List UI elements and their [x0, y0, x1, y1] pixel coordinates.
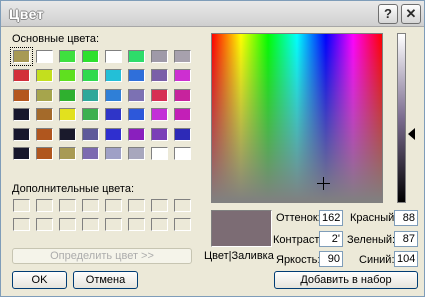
custom-color-slot[interactable]	[59, 199, 76, 212]
basic-color-swatch[interactable]	[36, 128, 53, 141]
basic-color-swatch[interactable]	[174, 147, 191, 160]
luminosity-label: Яркость:	[276, 254, 321, 266]
basic-color-swatch[interactable]	[174, 69, 191, 82]
custom-colors-label: Дополнительные цвета:	[12, 183, 134, 195]
basic-color-swatch[interactable]	[13, 69, 30, 82]
custom-color-slot[interactable]	[13, 218, 30, 231]
basic-color-swatch[interactable]	[151, 128, 168, 141]
basic-color-swatch[interactable]	[151, 89, 168, 102]
basic-color-swatch[interactable]	[13, 108, 30, 121]
basic-color-swatch[interactable]	[36, 108, 53, 121]
custom-color-slot[interactable]	[128, 218, 145, 231]
custom-color-slot[interactable]	[128, 199, 145, 212]
custom-color-slot[interactable]	[82, 218, 99, 231]
basic-color-swatch[interactable]	[59, 147, 76, 160]
green-field[interactable]	[394, 231, 418, 247]
basic-color-swatch[interactable]	[105, 50, 122, 63]
basic-color-swatch[interactable]	[128, 147, 145, 160]
custom-color-slot[interactable]	[151, 199, 168, 212]
help-button[interactable]: ?	[378, 4, 398, 24]
hue-label: Оттенок:	[276, 212, 321, 224]
basic-color-swatch[interactable]	[105, 69, 122, 82]
basic-color-swatch[interactable]	[36, 69, 53, 82]
basic-color-swatch[interactable]	[105, 108, 122, 121]
basic-color-swatch[interactable]	[82, 89, 99, 102]
saturation-label: Контраст:	[273, 234, 323, 246]
basic-color-swatch[interactable]	[128, 108, 145, 121]
custom-color-slot[interactable]	[13, 199, 30, 212]
basic-color-swatch[interactable]	[105, 147, 122, 160]
custom-color-slot[interactable]	[174, 218, 191, 231]
luminosity-field[interactable]	[319, 251, 343, 267]
saturation-field[interactable]	[319, 231, 343, 247]
hue-field[interactable]	[319, 210, 343, 226]
custom-color-slot[interactable]	[36, 199, 53, 212]
basic-color-swatch[interactable]	[151, 147, 168, 160]
basic-color-swatch[interactable]	[151, 108, 168, 121]
basic-color-swatch[interactable]	[59, 128, 76, 141]
basic-color-swatch[interactable]	[174, 128, 191, 141]
basic-color-swatch[interactable]	[36, 50, 53, 63]
add-to-custom-colors-button[interactable]: Добавить в набор	[274, 271, 418, 289]
basic-color-swatch[interactable]	[82, 69, 99, 82]
basic-color-swatch[interactable]	[59, 89, 76, 102]
color-preview-label: Цвет|Заливка	[204, 250, 274, 262]
color-preview-swatch	[211, 210, 272, 247]
basic-color-swatch[interactable]	[10, 47, 33, 66]
basic-color-swatch[interactable]	[82, 108, 99, 121]
basic-color-swatch[interactable]	[36, 89, 53, 102]
basic-color-swatch[interactable]	[59, 50, 76, 63]
basic-color-swatch[interactable]	[128, 69, 145, 82]
basic-color-swatch[interactable]	[128, 128, 145, 141]
cancel-button[interactable]: Отмена	[73, 271, 138, 289]
basic-color-swatch[interactable]	[13, 128, 30, 141]
custom-color-slot[interactable]	[174, 199, 191, 212]
ok-button[interactable]: OK	[12, 271, 67, 289]
basic-color-swatch[interactable]	[59, 69, 76, 82]
custom-color-slot[interactable]	[82, 199, 99, 212]
color-spectrum[interactable]	[211, 33, 383, 203]
basic-color-swatch[interactable]	[82, 50, 99, 63]
basic-color-swatch[interactable]	[151, 69, 168, 82]
close-button[interactable]: ✕	[401, 4, 421, 24]
custom-color-slot[interactable]	[105, 199, 122, 212]
red-label: Красный:	[350, 212, 398, 224]
custom-color-slot[interactable]	[151, 218, 168, 231]
basic-color-swatch[interactable]	[174, 50, 191, 63]
custom-color-slot[interactable]	[59, 218, 76, 231]
custom-color-slot[interactable]	[105, 218, 122, 231]
blue-label: Синий:	[359, 254, 395, 266]
basic-color-swatch[interactable]	[82, 128, 99, 141]
basic-colors-label: Основные цвета:	[12, 33, 100, 45]
color-dialog: Цвет ? ✕ Основные цвета: Дополнительные …	[0, 0, 425, 297]
custom-color-slot[interactable]	[36, 218, 53, 231]
luminosity-slider[interactable]	[397, 33, 406, 203]
window-title: Цвет	[9, 6, 45, 22]
basic-color-swatch[interactable]	[105, 89, 122, 102]
basic-color-swatch[interactable]	[36, 147, 53, 160]
define-custom-colors-button[interactable]: Определить цвет >>	[12, 248, 192, 264]
basic-color-swatch[interactable]	[13, 147, 30, 160]
basic-color-swatch[interactable]	[13, 89, 30, 102]
basic-color-swatch[interactable]	[82, 147, 99, 160]
basic-color-swatch[interactable]	[174, 89, 191, 102]
green-label: Зеленый:	[347, 234, 396, 246]
title-bar[interactable]: Цвет ? ✕	[1, 1, 424, 27]
basic-color-swatch[interactable]	[174, 108, 191, 121]
basic-color-swatch[interactable]	[128, 50, 145, 63]
red-field[interactable]	[394, 210, 418, 226]
basic-color-swatch[interactable]	[105, 128, 122, 141]
crosshair-cursor-icon[interactable]	[317, 177, 330, 190]
basic-color-swatch[interactable]	[151, 50, 168, 63]
blue-field[interactable]	[394, 251, 418, 267]
basic-color-swatch[interactable]	[59, 108, 76, 121]
luminosity-arrow-icon[interactable]	[408, 128, 415, 140]
basic-color-swatch[interactable]	[128, 89, 145, 102]
